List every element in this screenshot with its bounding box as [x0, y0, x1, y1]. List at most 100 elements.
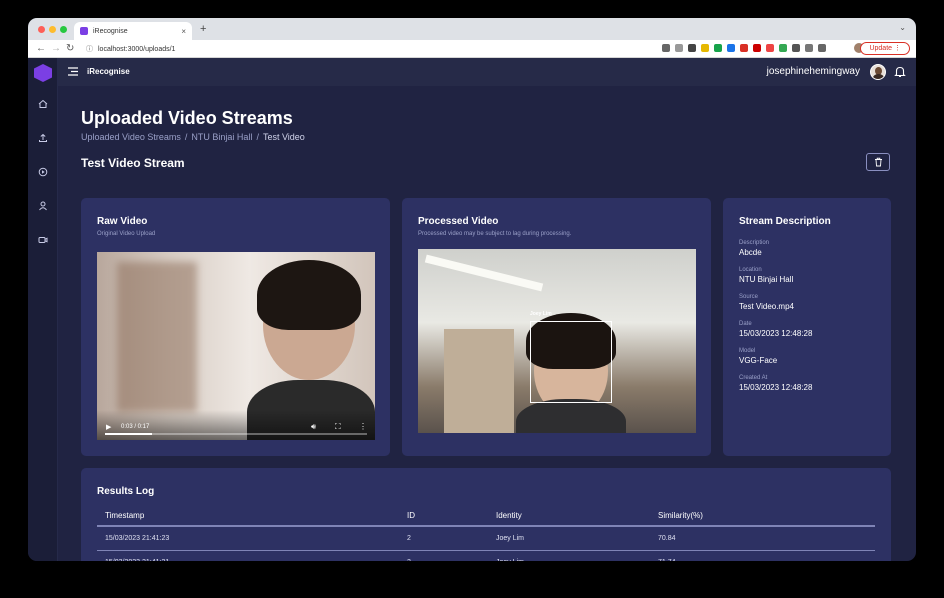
fullscreen-icon[interactable]: ⛶: [335, 422, 341, 432]
raw-video-subtitle: Original Video Upload: [97, 231, 156, 237]
extension-icon[interactable]: [688, 44, 696, 52]
extension-icon[interactable]: [753, 44, 761, 52]
source-item: Source Test Video.mp4: [739, 294, 794, 311]
stream-description-card: Stream Description Description Abcde Loc…: [723, 198, 891, 456]
maximize-window-button[interactable]: [60, 26, 67, 33]
column-header-identity[interactable]: Identity: [488, 506, 650, 527]
bookmark-star-icon[interactable]: [675, 44, 683, 52]
source-label: Source: [739, 294, 759, 300]
column-header-id[interactable]: ID: [399, 506, 488, 527]
sidepanel-icon[interactable]: [818, 44, 826, 52]
breadcrumb: Uploaded Video Streams / NTU Binjai Hall…: [81, 132, 305, 142]
browser-window: iRecognise × + ⌄ ← → ↻ ⓘ localhost:3000/…: [28, 18, 916, 561]
description-label: Description: [739, 240, 770, 246]
video-controls: ▶ 0:03 / 0:17 🔊︎ ⛶ ⋮: [97, 410, 375, 440]
date-item: Date 15/03/2023 12:48:28: [739, 321, 812, 338]
processed-video-subtitle: Processed video may be subject to lag du…: [418, 231, 572, 237]
source-value: Test Video.mp4: [739, 302, 794, 311]
info-icon: ⓘ: [86, 46, 93, 53]
face-box-label: Joey Lim: [530, 311, 552, 317]
upload-icon[interactable]: [35, 130, 51, 146]
extension-icon[interactable]: [779, 44, 787, 52]
raw-video-title: Raw Video: [97, 216, 148, 227]
results-table: Timestamp ID Identity Similarity(%) 15/0…: [97, 506, 875, 561]
cell-identity: Joey Lim: [488, 526, 650, 551]
table-row: 15/03/2023 21:41:23 2 Joey Lim 70.84: [97, 526, 875, 551]
extension-icon[interactable]: [701, 44, 709, 52]
date-value: 15/03/2023 12:48:28: [739, 329, 813, 338]
home-icon[interactable]: [35, 96, 51, 112]
location-value: NTU Binjai Hall: [739, 275, 794, 284]
sidebar: [28, 58, 58, 561]
play-button[interactable]: ▶: [106, 423, 111, 431]
cell-similarity: 70.84: [650, 526, 875, 551]
play-icon[interactable]: [35, 164, 51, 180]
update-button[interactable]: Update ⋮: [860, 42, 910, 55]
back-arrow-icon[interactable]: ←: [36, 42, 46, 56]
close-window-button[interactable]: [38, 26, 45, 33]
share-icon[interactable]: [662, 44, 670, 52]
tab-list-chevron-icon[interactable]: ⌄: [899, 23, 906, 32]
video-background-door: [117, 262, 197, 412]
extension-icon[interactable]: [727, 44, 735, 52]
puzzle-icon[interactable]: [792, 44, 800, 52]
reading-list-icon[interactable]: [805, 44, 813, 52]
breadcrumb-separator: /: [184, 132, 188, 142]
results-log-card: Results Log Timestamp ID Identity Simila…: [81, 468, 891, 561]
video-background-shelf: [444, 329, 514, 433]
app-logo-icon[interactable]: [34, 64, 52, 82]
raw-video-player[interactable]: ▶ 0:03 / 0:17 🔊︎ ⛶ ⋮: [97, 252, 375, 440]
model-value: VGG-Face: [739, 356, 778, 365]
date-label: Date: [739, 321, 752, 327]
cell-similarity: 71.74: [650, 550, 875, 561]
avatar[interactable]: [870, 64, 886, 80]
delete-button[interactable]: [866, 153, 890, 171]
cell-identity: Joey Lim: [488, 550, 650, 561]
created-at-value: 15/03/2023 12:48:28: [739, 383, 813, 392]
browser-tab[interactable]: iRecognise ×: [74, 22, 192, 40]
raw-video-card: Raw Video Original Video Upload ▶ 0:03 /…: [81, 198, 390, 456]
results-log-title: Results Log: [97, 486, 155, 497]
created-at-label: Created At: [739, 375, 768, 381]
page-title: Uploaded Video Streams: [81, 108, 293, 128]
reload-icon[interactable]: ↻: [66, 42, 74, 56]
new-tab-button[interactable]: +: [200, 23, 206, 35]
browser-tabbar: iRecognise × + ⌄: [28, 18, 916, 40]
cell-timestamp: 15/03/2023 21:41:23: [97, 526, 399, 551]
more-options-icon[interactable]: ⋮: [359, 422, 367, 431]
menu-toggle-icon[interactable]: [68, 67, 78, 76]
table-header-row: Timestamp ID Identity Similarity(%): [97, 506, 875, 527]
breadcrumb-link[interactable]: NTU Binjai Hall: [191, 132, 252, 142]
camera-icon[interactable]: [35, 232, 51, 248]
extension-icon[interactable]: [766, 44, 774, 52]
user-icon[interactable]: [35, 198, 51, 214]
extension-icon[interactable]: [740, 44, 748, 52]
extension-icon[interactable]: [714, 44, 722, 52]
bell-icon[interactable]: [894, 65, 906, 78]
stream-title: Test Video Stream: [81, 156, 185, 170]
cell-id: 2: [399, 550, 488, 561]
breadcrumb-current: Test Video: [262, 132, 305, 142]
minimize-window-button[interactable]: [49, 26, 56, 33]
column-header-similarity[interactable]: Similarity(%): [650, 506, 875, 527]
tab-title: iRecognise: [93, 27, 128, 35]
video-time: 0:03 / 0:17: [121, 424, 150, 430]
processed-video-frame: Joey Lim: [418, 249, 696, 433]
video-progress-track[interactable]: [105, 433, 367, 435]
column-header-timestamp[interactable]: Timestamp: [97, 506, 399, 527]
video-person-hair: [257, 260, 361, 330]
processed-video-title: Processed Video: [418, 216, 499, 227]
forward-arrow-icon[interactable]: →: [51, 42, 61, 56]
model-item: Model VGG-Face: [739, 348, 777, 365]
trash-icon: [874, 157, 882, 167]
model-label: Model: [739, 348, 756, 354]
description-title: Stream Description: [739, 216, 831, 227]
breadcrumb-separator: /: [256, 132, 259, 142]
volume-icon[interactable]: 🔊︎: [311, 422, 316, 432]
username[interactable]: josephinehemingway: [767, 66, 860, 77]
ceiling-light: [424, 254, 544, 292]
tab-close-icon[interactable]: ×: [181, 27, 186, 36]
breadcrumb-link[interactable]: Uploaded Video Streams: [81, 132, 181, 142]
face-bounding-box: [530, 321, 612, 403]
video-person-body: [516, 399, 626, 433]
